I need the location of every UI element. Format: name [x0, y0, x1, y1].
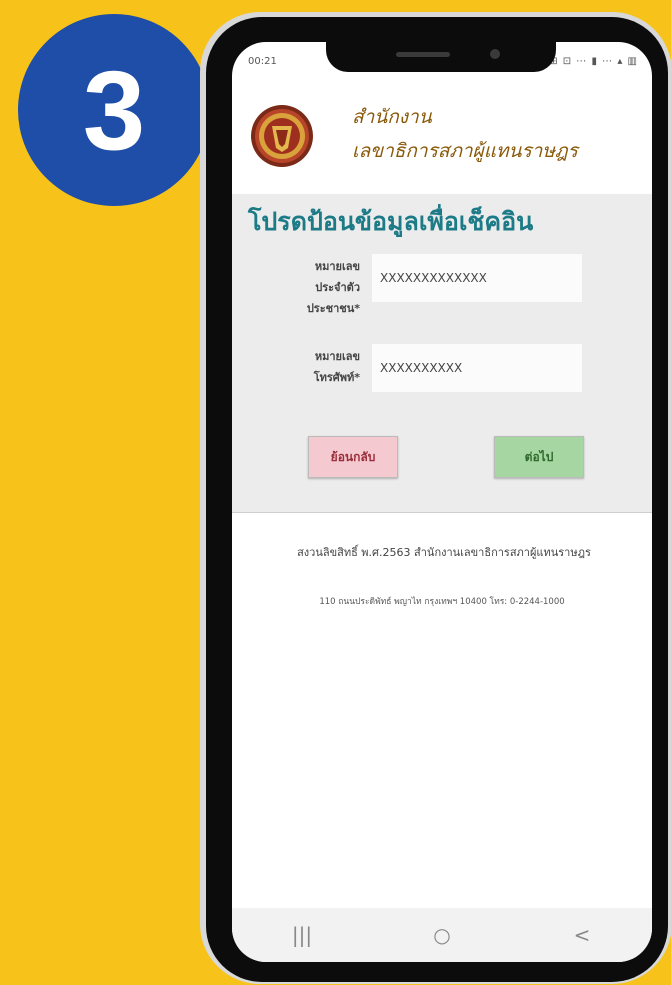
form-title: โปรดป้อนข้อมูลเพื่อเช็คอิน [248, 207, 534, 236]
org-name-line1: สำนักงาน [352, 106, 432, 128]
android-nav-bar: ||| ○ < [232, 908, 652, 962]
footer-copyright: สงวนลิขสิทธิ์ พ.ศ.2563 สำนักงานเลขาธิการ… [297, 546, 591, 559]
phone-screen: 00:21 ⊞ ⊡ ⋯ ▮ ⋯ ▴ ▥ สำนักงาน เลขาธิการสภ… [232, 42, 652, 962]
next-button[interactable]: ต่อไป [494, 436, 584, 478]
parliament-emblem-icon [251, 105, 313, 167]
id-card-label-line3: ประชาชน* [306, 302, 360, 315]
phone-label: หมายเลข โทรศัพท์* [272, 346, 360, 388]
phone-input[interactable] [372, 344, 582, 392]
status-icons: ⊞ ⊡ ⋯ ▮ ⋯ ▴ ▥ [549, 56, 638, 67]
step-number-badge: 3 [18, 14, 210, 206]
back-button[interactable]: ย้อนกลับ [308, 436, 398, 478]
status-time: 00:21 [248, 56, 277, 67]
phone-label-line1: หมายเลข [314, 350, 360, 363]
id-card-label-line1: หมายเลข [314, 260, 360, 273]
org-name-line2: เลขาธิการสภาผู้แทนราษฎร [352, 140, 578, 162]
home-icon[interactable]: ○ [412, 923, 472, 947]
id-card-label: หมายเลข ประจำตัว ประชาชน* [272, 256, 360, 319]
front-camera [490, 49, 500, 59]
id-card-input[interactable] [372, 254, 582, 302]
back-icon[interactable]: < [552, 923, 612, 947]
speaker-grille [396, 52, 450, 57]
recent-apps-icon[interactable]: ||| [272, 923, 332, 947]
phone-notch [326, 42, 556, 72]
checkin-form: โปรดป้อนข้อมูลเพื่อเช็คอิน หมายเลข ประจำ… [232, 194, 652, 512]
footer-address: 110 ถนนประดิพัทธ์ พญาไท กรุงเทพฯ 10400 โ… [319, 597, 565, 607]
id-card-label-line2: ประจำตัว [315, 281, 360, 294]
footer-divider [232, 512, 652, 513]
phone-label-line2: โทรศัพท์* [313, 371, 360, 384]
